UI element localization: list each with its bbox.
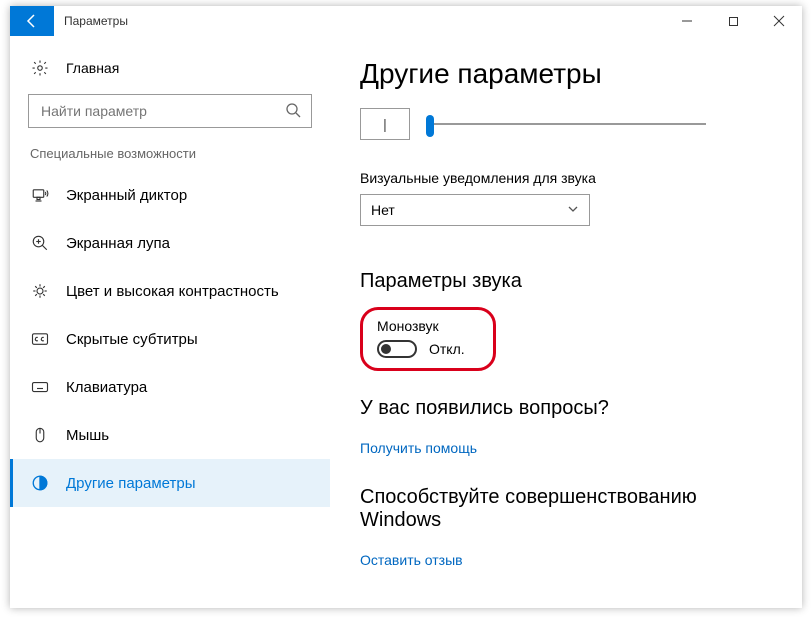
slider-thumb[interactable]	[426, 115, 434, 137]
nav-label: Экранная лупа	[66, 235, 170, 252]
other-icon	[30, 473, 50, 493]
page-title: Другие параметры	[360, 58, 782, 90]
close-button[interactable]	[756, 6, 802, 36]
gear-icon	[30, 58, 50, 78]
select-value: Нет	[371, 202, 395, 218]
sound-section-title: Параметры звука	[360, 270, 782, 293]
keyboard-icon	[30, 377, 50, 397]
help-block: У вас появились вопросы? Получить помощь	[360, 397, 782, 456]
search-icon	[285, 102, 301, 121]
mono-state: Откл.	[429, 341, 465, 357]
feedback-link[interactable]: Оставить отзыв	[360, 552, 463, 568]
nav-item-high-contrast[interactable]: Цвет и высокая контрастность	[10, 267, 330, 315]
app-title: Параметры	[54, 6, 138, 36]
slider-track	[426, 123, 706, 125]
captions-icon	[30, 329, 50, 349]
main-panel: Другие параметры | Визуальные уведомлени…	[330, 36, 802, 608]
home-button[interactable]: Главная	[10, 50, 330, 94]
narrator-icon	[30, 185, 50, 205]
maximize-button[interactable]	[710, 6, 756, 36]
mono-label: Монозвук	[377, 318, 465, 334]
nav-label: Другие параметры	[66, 475, 196, 492]
nav-label: Скрытые субтитры	[66, 331, 198, 348]
nav-item-closed-captions[interactable]: Скрытые субтитры	[10, 315, 330, 363]
mono-toggle[interactable]	[377, 340, 417, 358]
visual-notify-label: Визуальные уведомления для звука	[360, 170, 782, 186]
toggle-knob	[381, 344, 391, 354]
nav-item-magnifier[interactable]: Экранная лупа	[10, 219, 330, 267]
feedback-heading: Способствуйте совершенствованию Windows	[360, 486, 782, 532]
chevron-down-icon	[567, 202, 579, 218]
nav-item-keyboard[interactable]: Клавиатура	[10, 363, 330, 411]
visual-notify-select[interactable]: Нет	[360, 194, 590, 226]
slider-row: |	[360, 108, 782, 140]
search-box[interactable]	[28, 94, 312, 128]
sidebar: Главная Специальные возможности Экранный…	[10, 36, 330, 608]
nav-item-other[interactable]: Другие параметры	[10, 459, 330, 507]
feedback-block: Способствуйте совершенствованию Windows …	[360, 486, 782, 568]
nav-label: Мышь	[66, 427, 109, 444]
contrast-icon	[30, 281, 50, 301]
titlebar: Параметры	[10, 6, 802, 36]
mono-toggle-row: Откл.	[377, 340, 465, 358]
mouse-icon	[30, 425, 50, 445]
slider[interactable]	[426, 114, 706, 134]
window-controls	[664, 6, 802, 36]
category-label: Специальные возможности	[10, 146, 330, 171]
help-heading: У вас появились вопросы?	[360, 397, 782, 420]
slider-value-box[interactable]: |	[360, 108, 410, 140]
settings-window: Параметры Главная	[10, 6, 802, 608]
nav-label: Клавиатура	[66, 379, 147, 396]
minimize-button[interactable]	[664, 6, 710, 36]
search-input[interactable]	[39, 102, 285, 120]
magnifier-icon	[30, 233, 50, 253]
mono-highlight: Монозвук Откл.	[360, 307, 496, 371]
nav-item-mouse[interactable]: Мышь	[10, 411, 330, 459]
get-help-link[interactable]: Получить помощь	[360, 440, 477, 456]
back-button[interactable]	[10, 6, 54, 36]
nav-list: Экранный диктор Экранная лупа Цвет и выс…	[10, 171, 330, 507]
home-label: Главная	[66, 60, 119, 76]
nav-label: Цвет и высокая контрастность	[66, 283, 279, 300]
nav-item-narrator[interactable]: Экранный диктор	[10, 171, 330, 219]
nav-label: Экранный диктор	[66, 187, 187, 204]
content-area: Главная Специальные возможности Экранный…	[10, 36, 802, 608]
